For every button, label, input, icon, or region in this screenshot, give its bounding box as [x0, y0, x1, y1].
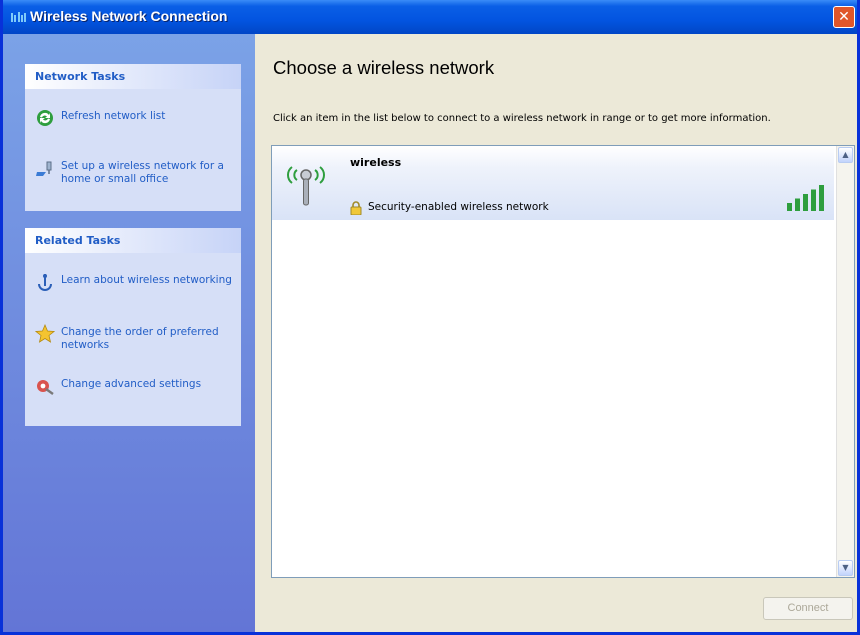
- learn-about-wireless-label: Learn about wireless networking: [61, 274, 232, 286]
- window-title: Wireless Network Connection: [30, 8, 228, 24]
- star-icon: [35, 324, 55, 343]
- refresh-network-list-link[interactable]: Refresh network list: [35, 108, 235, 142]
- signal-strength-icon: [787, 185, 824, 211]
- change-advanced-settings-link[interactable]: Change advanced settings: [35, 376, 235, 410]
- settings-icon: [37, 380, 54, 395]
- refresh-network-list-label: Refresh network list: [61, 110, 166, 122]
- learn-about-wireless-link[interactable]: Learn about wireless networking: [35, 272, 235, 306]
- signal-bar: [811, 189, 816, 211]
- network-tasks-panel: Network Tasks Refresh network list Set u…: [25, 64, 241, 211]
- network-security-status: Security-enabled wireless network: [368, 201, 549, 213]
- vertical-scrollbar[interactable]: ▲ ▼: [836, 146, 854, 577]
- connect-button[interactable]: Connect: [763, 597, 853, 620]
- page-title: Choose a wireless network: [273, 57, 495, 78]
- change-order-networks-link[interactable]: Change the order of preferred networks: [35, 324, 235, 358]
- signal-bar: [819, 185, 824, 211]
- refresh-icon: [37, 110, 53, 126]
- title-bar[interactable]: Wireless Network Connection ✕: [3, 0, 857, 34]
- related-tasks-panel: Related Tasks Learn about wireless netwo…: [25, 228, 241, 426]
- lock-icon: [350, 201, 362, 215]
- wireless-network-icon: [11, 12, 26, 22]
- scroll-up-button[interactable]: ▲: [838, 147, 853, 163]
- setup-wireless-network-link[interactable]: Set up a wireless network for a home or …: [35, 158, 235, 192]
- network-item-wireless[interactable]: wireless Security-enabled wireless netwo…: [272, 146, 834, 220]
- signal-bar: [803, 194, 808, 211]
- change-order-networks-label: Change the order of preferred networks: [61, 326, 219, 351]
- info-icon: [38, 274, 52, 291]
- signal-bar: [795, 198, 800, 211]
- network-list[interactable]: wireless Security-enabled wireless netwo…: [271, 145, 855, 578]
- scroll-down-button[interactable]: ▼: [838, 560, 853, 576]
- network-name: wireless: [350, 156, 402, 169]
- close-button[interactable]: ✕: [833, 6, 855, 28]
- wireless-network-window: Wireless Network Connection ✕ Network Ta…: [0, 0, 860, 635]
- setup-wireless-icon: [36, 161, 52, 176]
- close-icon: ✕: [838, 9, 850, 25]
- chevron-up-icon: ▲: [842, 150, 849, 159]
- chevron-down-icon: ▼: [842, 563, 849, 572]
- related-tasks-header: Related Tasks: [25, 228, 241, 253]
- signal-bar: [787, 203, 792, 211]
- change-advanced-settings-label: Change advanced settings: [61, 378, 202, 390]
- wireless-antenna-icon: [287, 166, 325, 206]
- instructions-text: Click an item in the list below to conne…: [273, 113, 771, 124]
- network-tasks-header: Network Tasks: [25, 64, 241, 89]
- sidebar: Network Tasks Refresh network list Set u…: [3, 34, 255, 632]
- setup-wireless-network-label: Set up a wireless network for a home or …: [61, 160, 224, 185]
